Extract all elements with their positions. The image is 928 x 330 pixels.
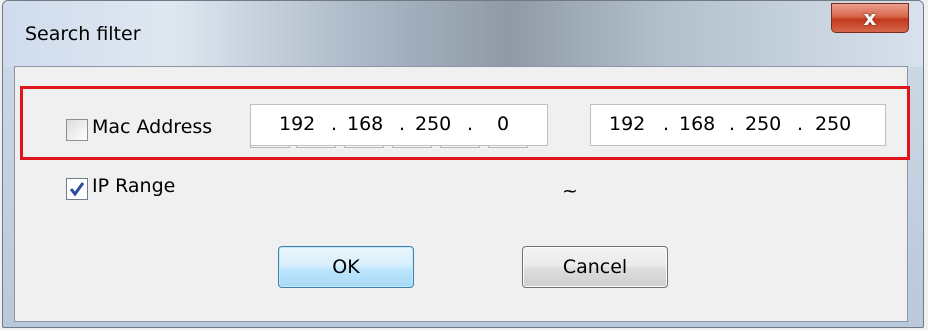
ip-end-octet-2: 168 [679,113,716,135]
ip-dot: . [331,113,338,135]
ip-start-octet-3: 250 [415,113,452,135]
ip-range-checkbox[interactable] [66,178,88,200]
ip-end-field[interactable]: 192 . 168 . 250 . 250 [590,104,886,146]
ip-start-octet-2: 168 [347,113,384,135]
checkmark-icon [69,182,85,197]
ip-start-field[interactable]: 192 . 168 . 250 . 0 [250,104,548,146]
ip-end-octet-4: 250 [815,113,852,135]
ip-dot: . [399,113,406,135]
ip-dot: . [729,113,736,135]
title-bar[interactable]: Search filter x [3,1,923,67]
ip-dot: . [467,113,474,135]
ip-dot: . [663,113,670,135]
ok-button[interactable]: OK [278,246,414,288]
cancel-button[interactable]: Cancel [522,246,668,288]
ip-start-octet-1: 192 [279,113,316,135]
ip-end-octet-3: 250 [745,113,782,135]
range-separator: ~ [562,180,578,202]
ip-end-octet-1: 192 [609,113,646,135]
window-title: Search filter [25,23,141,45]
ip-start-octet-4: 0 [497,113,510,135]
ip-range-label: IP Range [92,175,176,197]
close-button[interactable]: x [831,3,909,33]
ip-dot: . [797,113,804,135]
close-icon: x [863,6,877,30]
